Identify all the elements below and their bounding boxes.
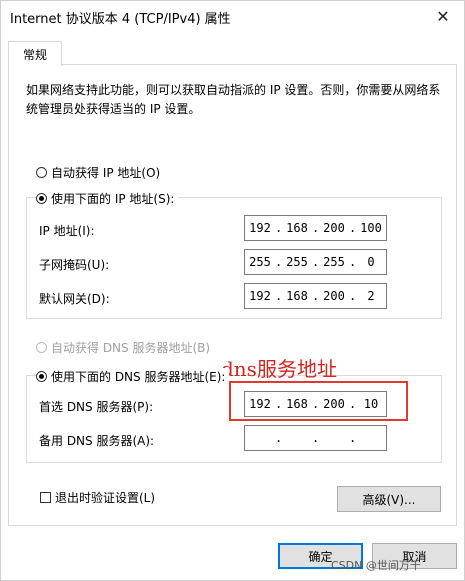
mask-octet: 0 bbox=[367, 255, 375, 269]
ip-octet: 200 bbox=[323, 221, 345, 235]
mask-octet: 255 bbox=[286, 255, 308, 269]
tab-general[interactable]: 常规 bbox=[8, 41, 62, 66]
advanced-button[interactable]: 高级(V)... bbox=[337, 486, 441, 512]
gateway-octet: 168 bbox=[286, 289, 308, 303]
gateway-octet: 192 bbox=[249, 289, 271, 303]
annotation-highlight-box bbox=[229, 381, 408, 421]
ip-octet: 168 bbox=[286, 221, 308, 235]
manual-dns-radio[interactable] bbox=[36, 371, 47, 382]
window-title: Internet 协议版本 4 (TCP/IPv4) 属性 bbox=[10, 12, 231, 27]
auto-dns-label: 自动获得 DNS 服务器地址(B) bbox=[51, 341, 211, 355]
ip-octet: 100 bbox=[360, 221, 382, 235]
validate-settings-checkbox[interactable] bbox=[40, 492, 51, 503]
tcpip-properties-dialog: Internet 协议版本 4 (TCP/IPv4) 属性 ✕ 常规 如果网络支… bbox=[0, 0, 465, 581]
manual-dns-radio-row[interactable]: 使用下面的 DNS 服务器地址(E): bbox=[36, 368, 230, 385]
validate-settings-row[interactable]: 退出时验证设置(L) bbox=[40, 489, 155, 506]
ip-address-input[interactable]: 192. 168. 200. 100 bbox=[244, 215, 387, 241]
auto-dns-radio-row: 自动获得 DNS 服务器地址(B) bbox=[36, 339, 210, 356]
title-bar: Internet 协议版本 4 (TCP/IPv4) 属性 ✕ bbox=[1, 1, 464, 31]
auto-ip-radio[interactable] bbox=[36, 167, 47, 178]
manual-ip-label: 使用下面的 IP 地址(S): bbox=[51, 192, 175, 206]
validate-settings-label: 退出时验证设置(L) bbox=[55, 491, 156, 505]
alternate-dns-label: 备用 DNS 服务器(A): bbox=[39, 434, 155, 448]
watermark: CSDN @世间万千 bbox=[331, 559, 421, 572]
mask-octet: 255 bbox=[323, 255, 345, 269]
default-gateway-label: 默认网关(D): bbox=[39, 292, 110, 306]
default-gateway-input[interactable]: 192. 168. 200. 2 bbox=[244, 283, 387, 309]
manual-ip-radio[interactable] bbox=[36, 193, 47, 204]
manual-ip-radio-row[interactable]: 使用下面的 IP 地址(S): bbox=[36, 190, 179, 207]
manual-dns-label: 使用下面的 DNS 服务器地址(E): bbox=[51, 370, 226, 384]
ip-octet: 192 bbox=[249, 221, 271, 235]
auto-ip-label: 自动获得 IP 地址(O) bbox=[51, 166, 161, 180]
subnet-mask-label: 子网掩码(U): bbox=[39, 258, 110, 272]
dns-annotation: dns服务地址 bbox=[221, 357, 337, 381]
preferred-dns-label: 首选 DNS 服务器(P): bbox=[39, 400, 154, 414]
description-text: 如果网络支持此功能，则可以获取自动指派的 IP 设置。否则，你需要从网络系统管理… bbox=[26, 83, 441, 116]
auto-dns-radio bbox=[36, 342, 47, 353]
close-icon[interactable]: ✕ bbox=[428, 4, 458, 28]
ip-address-label: IP 地址(I): bbox=[39, 224, 95, 238]
gateway-octet: 2 bbox=[367, 289, 375, 303]
mask-octet: 255 bbox=[249, 255, 271, 269]
auto-ip-radio-row[interactable]: 自动获得 IP 地址(O) bbox=[36, 164, 160, 181]
subnet-mask-input[interactable]: 255. 255. 255. 0 bbox=[244, 249, 387, 275]
alternate-dns-input[interactable]: . . . bbox=[244, 425, 387, 451]
gateway-octet: 200 bbox=[323, 289, 345, 303]
